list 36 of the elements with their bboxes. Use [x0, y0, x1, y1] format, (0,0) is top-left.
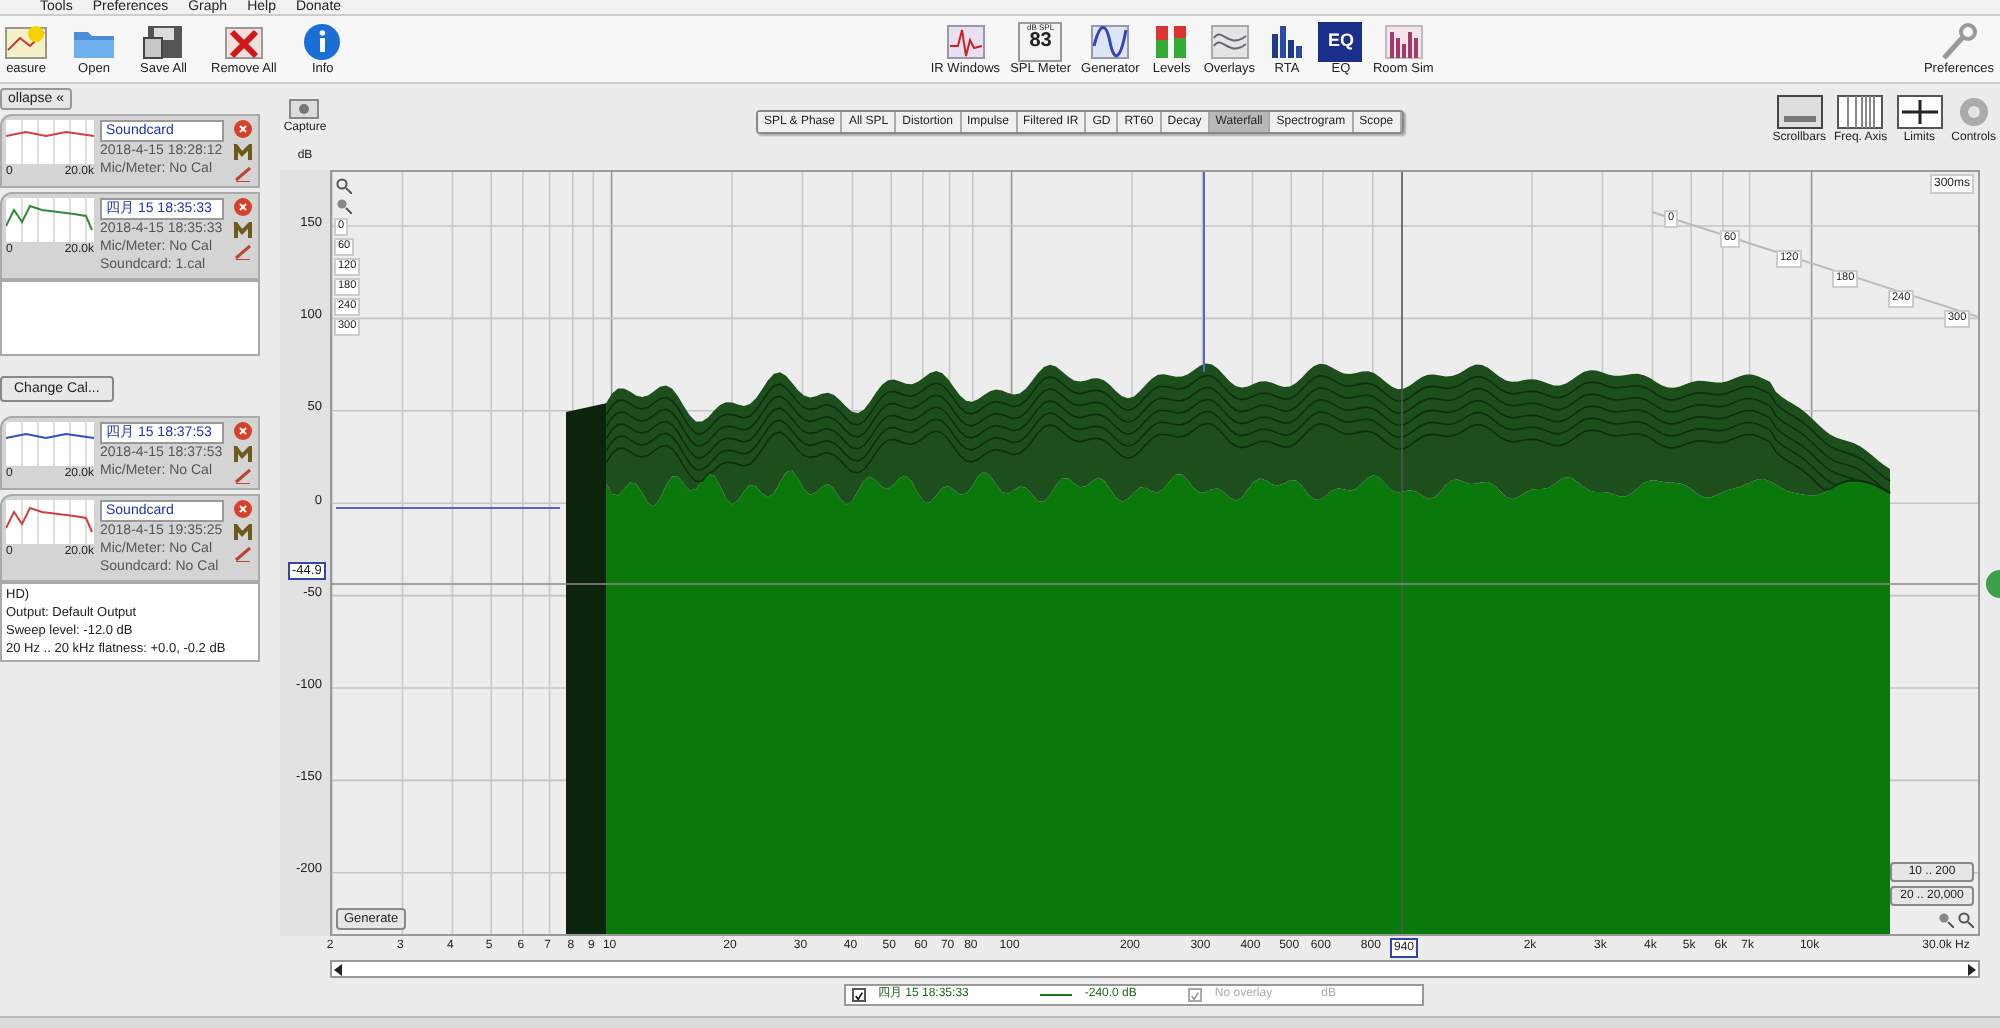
scrollbars-icon — [1775, 94, 1824, 130]
spl-reading: 83 — [1029, 31, 1052, 51]
wrench-icon — [1938, 21, 1979, 61]
zoom-icon[interactable] — [336, 178, 352, 194]
scroll-left-icon[interactable] — [334, 963, 342, 975]
bar-chart-icon — [1381, 21, 1426, 61]
legend-checkbox[interactable] — [852, 988, 866, 1002]
check-icon — [854, 989, 864, 1001]
notes-box[interactable] — [0, 280, 260, 356]
check-icon — [1190, 989, 1201, 1001]
remove-icon — [221, 21, 266, 61]
eq-mark: EQ — [1327, 27, 1354, 54]
gear-icon — [1955, 94, 1992, 130]
close-icon[interactable] — [233, 422, 251, 440]
handle-icon[interactable] — [1986, 570, 2000, 598]
zoom-icon[interactable] — [1938, 912, 1954, 928]
close-icon[interactable] — [233, 120, 251, 138]
pen-icon[interactable] — [233, 546, 251, 562]
scroll-right-icon[interactable] — [1968, 963, 1976, 975]
sine-wave-icon — [1088, 21, 1133, 61]
close-icon[interactable] — [233, 500, 251, 518]
scrollbar[interactable] — [330, 960, 1980, 978]
impulse-window-icon — [943, 21, 988, 61]
close-icon[interactable] — [233, 198, 251, 216]
overlay-checkbox[interactable] — [1188, 988, 1203, 1002]
legend-line — [1040, 994, 1073, 996]
info-icon — [300, 21, 345, 61]
pen-icon[interactable] — [233, 468, 251, 484]
overlay-waves-icon — [1207, 21, 1252, 61]
pen-icon[interactable] — [233, 244, 251, 260]
grid-icon — [1836, 94, 1885, 130]
zoom-icon[interactable] — [336, 198, 352, 214]
limits-icon — [1895, 94, 1944, 130]
pen-icon[interactable] — [233, 166, 251, 182]
camera-icon — [288, 96, 321, 120]
zoom-icon[interactable] — [1958, 912, 1974, 928]
